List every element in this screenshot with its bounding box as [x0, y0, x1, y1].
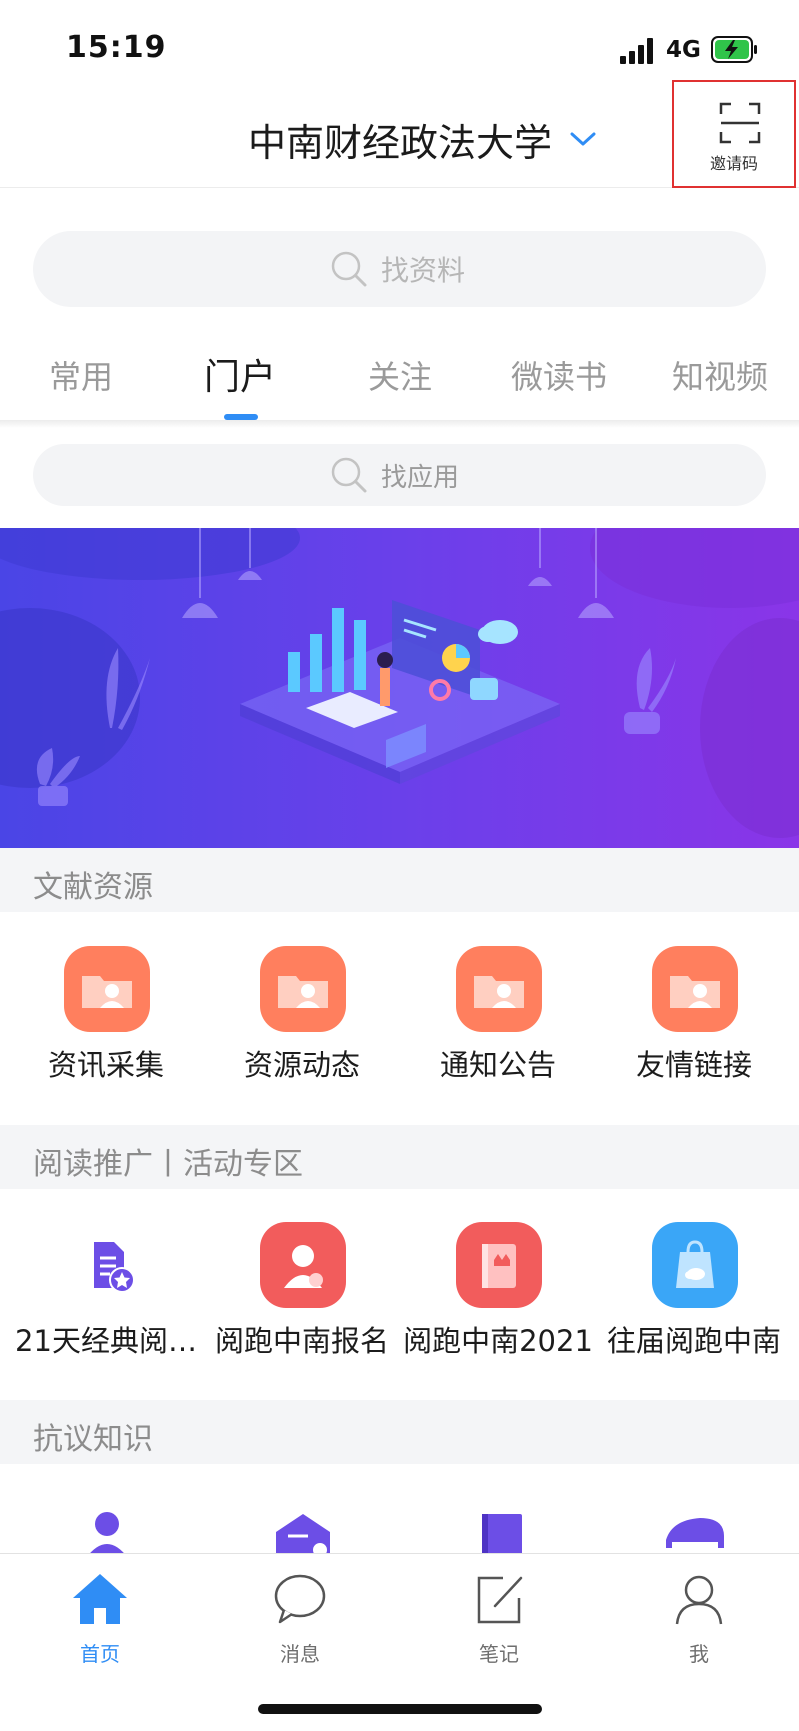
tab-label: 笔记: [479, 1642, 519, 1666]
resource-search-input[interactable]: 找资料: [33, 231, 766, 307]
folder-user-icon: [260, 946, 346, 1032]
status-time: 15:19: [66, 30, 167, 65]
tab-me[interactable]: 我: [639, 1568, 759, 1666]
battery-charging-icon: [711, 36, 757, 63]
home-indicator: [258, 1704, 542, 1714]
folder-user-icon: [456, 946, 542, 1032]
folder-user-icon: [64, 946, 150, 1032]
scan-icon: [719, 102, 761, 144]
app-header: 中南财经政法大学 邀请码: [0, 80, 799, 188]
section-header-knowledge: 抗议知识: [0, 1400, 799, 1464]
tab-label: 首页: [80, 1642, 120, 1666]
tab-knowledge-video[interactable]: 知视频: [672, 352, 768, 398]
app-label: 阅跑中南2021: [403, 1324, 593, 1358]
school-switcher[interactable]: 中南财经政法大学: [248, 116, 596, 165]
document-star-icon: [64, 1222, 150, 1308]
book-crown-icon: [456, 1222, 542, 1308]
user-icon: [675, 1575, 723, 1625]
app-label: 友情链接: [635, 1048, 752, 1082]
app-label: 通知公告: [439, 1048, 556, 1082]
app-label: 往届阅跑中南: [606, 1324, 781, 1358]
bag-cloud-icon: [652, 1222, 738, 1308]
folder-user-icon: [652, 946, 738, 1032]
tabs-divider: [0, 420, 799, 428]
signal-icon: [620, 38, 656, 64]
tab-label: 消息: [280, 1642, 320, 1666]
tab-label: 我: [689, 1642, 709, 1666]
home-icon: [73, 1574, 127, 1624]
section-title: 文献资源: [33, 870, 153, 905]
search-icon: [331, 457, 367, 493]
search-placeholder: 找资料: [381, 254, 466, 287]
tab-micro-reading[interactable]: 微读书: [511, 352, 607, 398]
app-label: 阅跑中南报名: [214, 1324, 389, 1358]
tab-messages[interactable]: 消息: [240, 1568, 360, 1666]
channel-tabs: 常用 门户 关注 微读书 知视频: [0, 340, 799, 420]
tab-notes[interactable]: 笔记: [439, 1568, 559, 1666]
app-label: 21天经典阅…: [15, 1324, 197, 1358]
page-title: 中南财经政法大学: [248, 120, 553, 165]
section-header-reading-promotion: 阅读推广丨活动专区: [0, 1125, 799, 1189]
invite-code-label: 邀请码: [709, 154, 758, 173]
app-label: 资源动态: [243, 1048, 360, 1082]
tab-common[interactable]: 常用: [49, 352, 113, 398]
banner-illustration: [0, 528, 799, 838]
chat-icon: [274, 1574, 326, 1624]
tab-follow[interactable]: 关注: [368, 352, 432, 398]
app-label: 资讯采集: [47, 1048, 164, 1082]
search-icon: [331, 251, 367, 287]
section-header-literature: 文献资源: [0, 848, 799, 912]
network-type: 4G: [666, 37, 701, 63]
section-title: 抗议知识: [33, 1422, 153, 1457]
chevron-down-icon: [570, 132, 596, 146]
invite-code-button[interactable]: 邀请码: [672, 80, 796, 188]
app-search-placeholder: 找应用: [381, 462, 460, 493]
portal-banner[interactable]: [0, 528, 799, 848]
tab-home[interactable]: 首页: [40, 1568, 160, 1666]
note-edit-icon: [477, 1576, 523, 1624]
app-search-input[interactable]: 找应用: [33, 444, 766, 506]
tab-portal[interactable]: 门户: [204, 348, 276, 400]
person-icon: [260, 1222, 346, 1308]
section-title: 阅读推广丨活动专区: [33, 1147, 303, 1182]
